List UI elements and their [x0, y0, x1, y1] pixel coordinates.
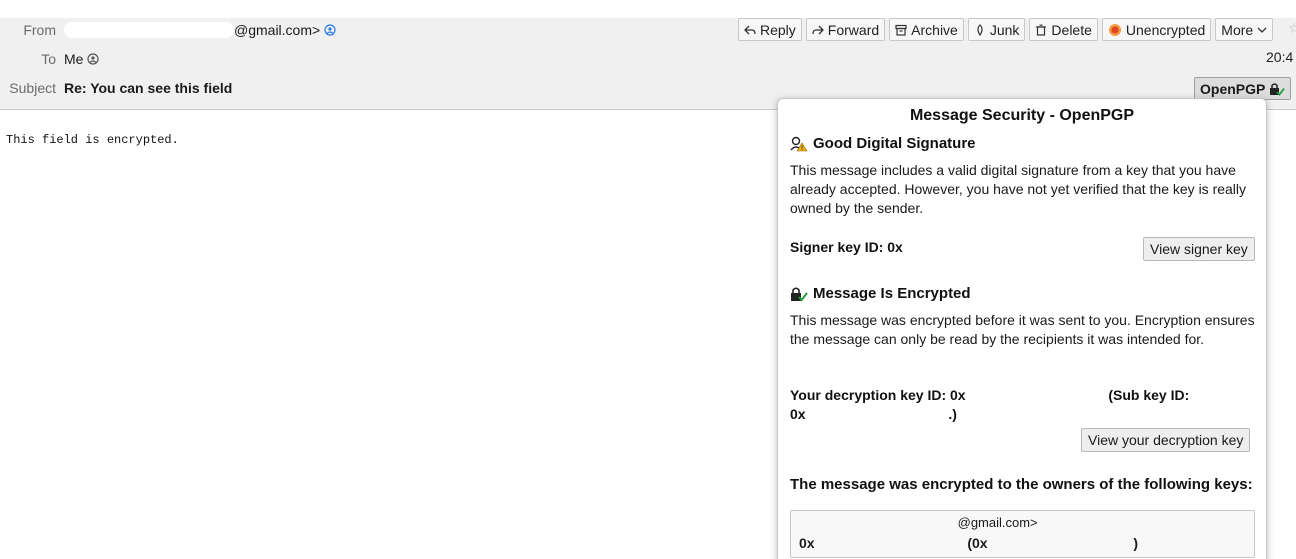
to-label: To [41, 51, 56, 67]
reply-label: Reply [760, 21, 796, 38]
unencrypted-status-icon [1108, 23, 1121, 36]
contact-icon[interactable] [324, 24, 336, 36]
signer-key-id: Signer key ID: 0x [790, 239, 903, 255]
subkey-label: (Sub key ID: [1108, 387, 1190, 403]
star-icon[interactable]: ☆ [1288, 20, 1296, 37]
recipient-key-list: @gmail.com> 0x (0x ) [790, 510, 1255, 558]
subject-row: Subject Re: You can see this field [0, 76, 232, 100]
from-value[interactable]: @gmail.com> [64, 22, 336, 38]
subkey-prefix: 0x [790, 406, 806, 422]
junk-button[interactable]: Junk [967, 18, 1026, 41]
recipient-subkey-suffix: ) [1133, 535, 1139, 551]
junk-label: Junk [989, 21, 1020, 38]
signature-warning-icon [790, 136, 808, 151]
forward-button[interactable]: Forward [805, 18, 886, 41]
recipient-key-ids: 0x (0x ) [799, 535, 1138, 551]
view-signer-key-button[interactable]: View signer key [1143, 237, 1255, 261]
redacted-text [64, 22, 234, 38]
decryption-key-id-label: Your decryption key ID: 0x [790, 387, 966, 403]
top-strip [0, 0, 1296, 18]
subkey-suffix: .) [948, 406, 957, 422]
recipient-email: @gmail.com> [957, 515, 1038, 530]
reply-icon [744, 25, 756, 34]
message-time: 20:4 [1266, 49, 1294, 65]
trash-icon [1036, 24, 1047, 36]
subject-label: Subject [9, 80, 56, 96]
from-email[interactable]: @gmail.com> [234, 22, 320, 38]
subkey-id: 0x .) [790, 406, 957, 422]
forward-label: Forward [827, 21, 880, 38]
signature-description: This message includes a valid digital si… [790, 162, 1247, 216]
from-label: From [23, 22, 56, 38]
unencrypted-label: Unencrypted [1125, 21, 1206, 38]
delete-button[interactable]: Delete [1029, 18, 1098, 41]
lock-check-icon [1270, 82, 1286, 96]
archive-label: Archive [911, 21, 958, 38]
recipient-key-prefix: 0x [799, 535, 815, 551]
decryption-key-id: Your decryption key ID: 0x (Sub key ID: [790, 387, 1260, 403]
archive-button[interactable]: Archive [889, 18, 964, 41]
from-row: From @gmail.com> [0, 18, 336, 42]
openpgp-button[interactable]: OpenPGP [1194, 77, 1292, 100]
message-security-popup: Message Security - OpenPGP Good Digital … [777, 98, 1267, 559]
to-row: To Me [0, 47, 100, 71]
to-value[interactable]: Me [64, 51, 100, 67]
subject-value: Re: You can see this field [64, 80, 233, 96]
recipient-subkey-prefix: (0x [967, 535, 988, 551]
view-signer-key-label: View signer key [1150, 241, 1248, 257]
encryption-heading: Message Is Encrypted [790, 285, 971, 302]
delete-label: Delete [1051, 21, 1092, 38]
signature-heading-text: Good Digital Signature [813, 135, 976, 152]
junk-icon [977, 23, 983, 36]
archive-icon [895, 24, 907, 36]
forward-icon [812, 25, 824, 34]
signature-heading: Good Digital Signature [790, 135, 976, 152]
recipient-key-entry: @gmail.com> [799, 515, 1038, 530]
view-decryption-key-label: View your decryption key [1088, 432, 1244, 448]
contact-icon[interactable] [87, 53, 100, 65]
lock-check-icon [791, 286, 808, 302]
encryption-description: This message was encrypted before it was… [790, 312, 1255, 347]
message-body: This field is encrypted. [6, 133, 179, 147]
more-button[interactable]: More [1215, 18, 1274, 41]
to-recipient[interactable]: Me [64, 51, 83, 67]
reply-button[interactable]: Reply [738, 18, 802, 41]
encryption-heading-text: Message Is Encrypted [813, 285, 971, 302]
view-decryption-key-button[interactable]: View your decryption key [1081, 428, 1251, 452]
unencrypted-button[interactable]: Unencrypted [1101, 18, 1212, 41]
chevron-down-icon [1257, 27, 1267, 33]
message-toolbar: Reply Forward Archive Junk Delete Unencr… [738, 18, 1274, 41]
more-label: More [1221, 21, 1254, 38]
owners-heading: The message was encrypted to the owners … [790, 476, 1253, 493]
popup-title: Message Security - OpenPGP [909, 107, 1135, 124]
signer-key-id-label: Signer key ID: 0x [790, 239, 903, 255]
openpgp-label: OpenPGP [1200, 80, 1266, 97]
